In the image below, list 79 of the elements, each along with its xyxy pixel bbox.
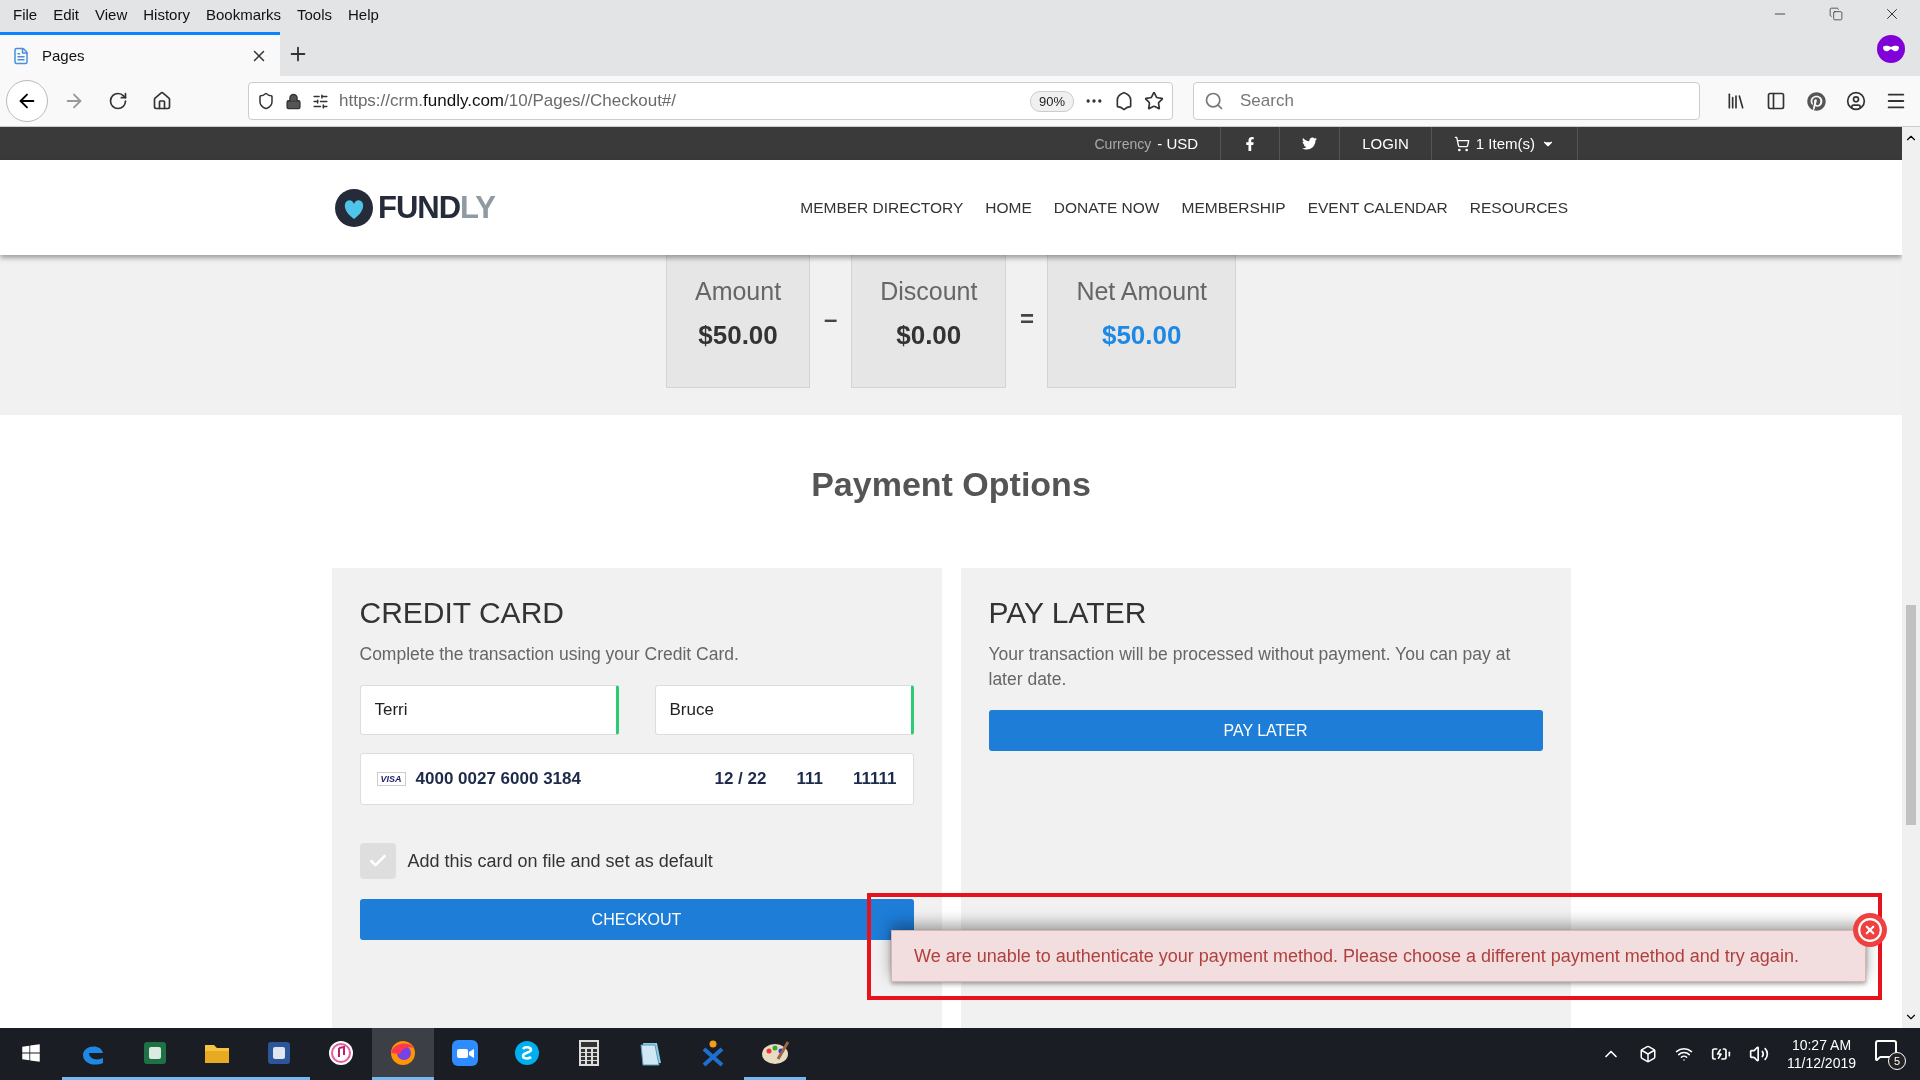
- notification-count: 5: [1888, 1052, 1906, 1070]
- permissions-icon: [312, 92, 329, 110]
- menu-item[interactable]: File: [6, 5, 45, 23]
- pay-later-button[interactable]: PAY LATER: [988, 710, 1543, 751]
- panel-title: PAY LATER: [988, 596, 1148, 630]
- checkout-button[interactable]: CHECKOUT: [359, 899, 914, 940]
- restore-icon[interactable]: [1829, 7, 1843, 21]
- nav-link[interactable]: MEMBER DIRECTORY: [800, 198, 964, 217]
- close-icon[interactable]: [1853, 913, 1887, 947]
- reload-icon[interactable]: [108, 91, 128, 111]
- shield-icon: [257, 92, 275, 110]
- summary-label: Amount: [694, 277, 782, 306]
- card-brand-label: VISA: [376, 772, 406, 786]
- search-bar[interactable]: Search: [1193, 82, 1700, 120]
- summary-label: Discount: [880, 277, 978, 306]
- music-icon: [327, 1038, 355, 1067]
- account-icon[interactable]: [1846, 91, 1866, 111]
- menu-item[interactable]: Tools: [290, 5, 339, 23]
- nav-link[interactable]: EVENT CALENDAR: [1307, 198, 1448, 217]
- card-number: 4000 0027 6000 3184: [415, 769, 582, 789]
- nav-link[interactable]: MEMBERSHIP: [1181, 198, 1286, 217]
- search-icon: [1204, 91, 1224, 111]
- clock[interactable]: 10:27 AM 11/12/2019: [1786, 1036, 1856, 1072]
- card-cvc: 111: [796, 769, 823, 789]
- person-icon: [700, 1038, 726, 1067]
- browser-tab[interactable]: Pages: [0, 32, 280, 76]
- pinterest-icon[interactable]: [1806, 91, 1826, 111]
- menu-item[interactable]: Help: [341, 5, 386, 23]
- panel-description: Your transaction will be processed without payment. You can pay at later date.: [988, 643, 1512, 691]
- spreadsheet-icon: [142, 1039, 168, 1066]
- bookmark-star-icon[interactable]: [1144, 91, 1164, 111]
- page-icon: [12, 46, 30, 65]
- wifi-icon[interactable]: [1674, 1045, 1693, 1063]
- card-expiry: 12 / 22: [714, 769, 767, 789]
- save-card-checkbox[interactable]: [359, 843, 396, 879]
- volume-icon[interactable]: [1748, 1044, 1769, 1064]
- currency-value: - USD: [1157, 135, 1199, 152]
- panel-description: Complete the transaction using your Credit Card.: [359, 643, 740, 666]
- menu-item[interactable]: Bookmarks: [198, 5, 288, 23]
- operator-sign: =: [1018, 305, 1035, 333]
- panel-title: CREDIT CARD: [359, 596, 565, 630]
- video-camera-icon: [451, 1038, 479, 1067]
- box-icon[interactable]: [1638, 1045, 1657, 1063]
- error-message: We are unable to authenticate your payment method. Please choose a different payment method and try again.: [914, 945, 1799, 967]
- first-name-field[interactable]: Terri: [359, 685, 619, 735]
- scroll-thumb[interactable]: [1906, 605, 1916, 825]
- section-title: Payment Options: [810, 465, 1092, 504]
- menu-item[interactable]: Edit: [46, 5, 87, 23]
- chat-app-icon: [513, 1038, 541, 1067]
- nav-link[interactable]: RESOURCES: [1469, 198, 1568, 217]
- checkbox-label: Add this card on file and set as default: [407, 850, 713, 872]
- card-details-field[interactable]: VISA 4000 0027 6000 3184 12 / 22 111 11111: [359, 753, 914, 805]
- summary-label: Net Amount: [1076, 277, 1208, 306]
- cart-icon[interactable]: [1453, 135, 1470, 152]
- last-name-field[interactable]: Bruce: [654, 685, 914, 735]
- calculator-icon: [577, 1038, 601, 1067]
- menu-item[interactable]: History: [136, 5, 197, 23]
- library-icon[interactable]: [1726, 91, 1746, 111]
- back-button[interactable]: [6, 80, 48, 122]
- menu-item[interactable]: View: [88, 5, 135, 23]
- nav-link[interactable]: DONATE NOW: [1053, 198, 1160, 217]
- summary-value: $50.00: [697, 320, 779, 351]
- summary-value: $50.00: [1100, 320, 1183, 351]
- private-mask-icon: [1876, 34, 1906, 64]
- sidebar-icon[interactable]: [1766, 91, 1786, 111]
- windows-start-icon[interactable]: [21, 1042, 41, 1063]
- summary-value: $0.00: [895, 320, 963, 351]
- address-bar[interactable]: https://crm.fundly.com/10/Pages//Checkout#/ 90%: [248, 82, 1173, 120]
- zoom-level[interactable]: 90%: [1029, 90, 1074, 112]
- fundly-logo: FUNDLY: [334, 187, 495, 228]
- home-icon[interactable]: [152, 91, 172, 111]
- nav-link[interactable]: HOME: [985, 198, 1032, 217]
- currency-label: Currency: [1094, 135, 1152, 152]
- url-text: https://crm.fundly.com/10/Pages//Checkout#/: [339, 91, 678, 111]
- lock-icon: [285, 92, 302, 110]
- card-zip: 11111: [852, 769, 897, 789]
- document-icon: [266, 1039, 292, 1066]
- operator-sign: –: [822, 305, 839, 333]
- cart-link[interactable]: 1 Item(s): [1475, 135, 1535, 152]
